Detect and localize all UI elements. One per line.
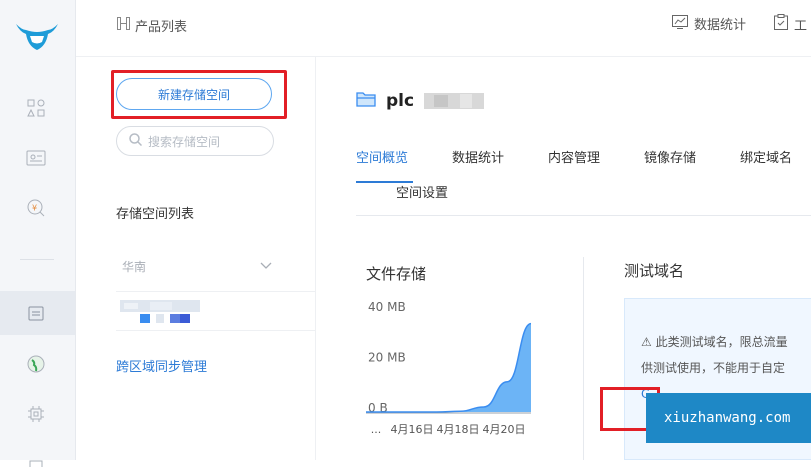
storage-icon[interactable] [24, 301, 48, 325]
tab-content[interactable]: 内容管理 [548, 147, 600, 166]
y-tick-label: 40 MB [368, 300, 406, 314]
x-tick-label: 4月20日 [483, 423, 526, 436]
id-card-icon[interactable] [24, 146, 48, 170]
tab-mirror[interactable]: 镜像存储 [644, 147, 696, 166]
redacted-bucket-name [120, 300, 200, 323]
folder-icon [356, 90, 376, 112]
chevron-down-icon [260, 262, 272, 269]
top-bar: 产品列表 数据统计 工 [76, 0, 811, 57]
warning-line-1: ⚠ 此类测试域名，限总流量 [641, 335, 788, 349]
watermark: xiuzhanwang.com [646, 393, 811, 443]
globe-icon[interactable] [24, 352, 48, 376]
tab-domain[interactable]: 绑定域名 [740, 147, 792, 166]
nav-data-stats-label: 数据统计 [694, 18, 747, 33]
bucket-list-item[interactable] [120, 300, 202, 324]
search-placeholder: 搜索存储空间 [148, 134, 221, 149]
clipboard-check-icon [774, 14, 788, 34]
cross-region-sync-link[interactable]: 跨区域同步管理 [116, 356, 207, 375]
partial-icon[interactable] [24, 450, 48, 474]
warning-line-2: 供测试使用，不能用于自定 [641, 361, 786, 375]
nav-tickets-label: 工 [794, 18, 808, 34]
x-tick-label: 4月16日 [391, 423, 434, 436]
region-selector[interactable]: 华南 [116, 253, 316, 292]
chip-icon[interactable] [24, 402, 48, 426]
region-label: 华南 [122, 260, 147, 274]
card-divider [583, 257, 584, 460]
tab-data-stats[interactable]: 数据统计 [452, 147, 504, 166]
redacted-name-suffix [424, 93, 485, 109]
svg-text:¥: ¥ [32, 204, 37, 213]
tab-overview[interactable]: 空间概览 [356, 147, 408, 166]
active-tab-indicator [356, 181, 413, 183]
icon-rail: ¥ [0, 0, 76, 467]
bucket-list-title: 存储空间列表 [116, 207, 195, 222]
qiniu-logo[interactable] [14, 20, 60, 56]
bucket-tabs: 空间概览 数据统计 内容管理 镜像存储 绑定域名 空间设置 [356, 147, 811, 215]
domain-card-title: 测试域名 [624, 262, 685, 280]
x-tick-label: 4月18日 [437, 423, 480, 436]
y-tick-label: 20 MB [368, 351, 406, 365]
highlight-box [111, 70, 287, 119]
sidebar-rule [116, 330, 315, 331]
search-icon [129, 133, 143, 149]
storage-card-title: 文件存储 [366, 265, 427, 283]
nav-data-stats[interactable]: 数据统计 [672, 14, 746, 33]
storage-chart: 40 MB20 MB0 B... 4月16日 4月18日 4月20日 [366, 300, 532, 436]
nav-tickets[interactable]: 工 [774, 14, 807, 34]
breadcrumb-label: 产品列表 [135, 20, 188, 35]
breadcrumb[interactable]: 产品列表 [117, 16, 187, 35]
bucket-name: plc [386, 91, 415, 111]
tabs-divider [356, 215, 811, 216]
bucket-header: plc [356, 90, 485, 112]
shapes-icon[interactable] [24, 96, 48, 120]
storage-area [366, 323, 531, 412]
chart-icon [672, 14, 688, 33]
grid-icon [117, 17, 130, 34]
tab-settings[interactable]: 空间设置 [396, 182, 448, 201]
rail-divider [20, 259, 54, 260]
x-tick-label: ... [371, 423, 382, 436]
billing-search-icon[interactable]: ¥ [24, 196, 48, 220]
bucket-search-input[interactable]: 搜索存储空间 [116, 126, 274, 156]
